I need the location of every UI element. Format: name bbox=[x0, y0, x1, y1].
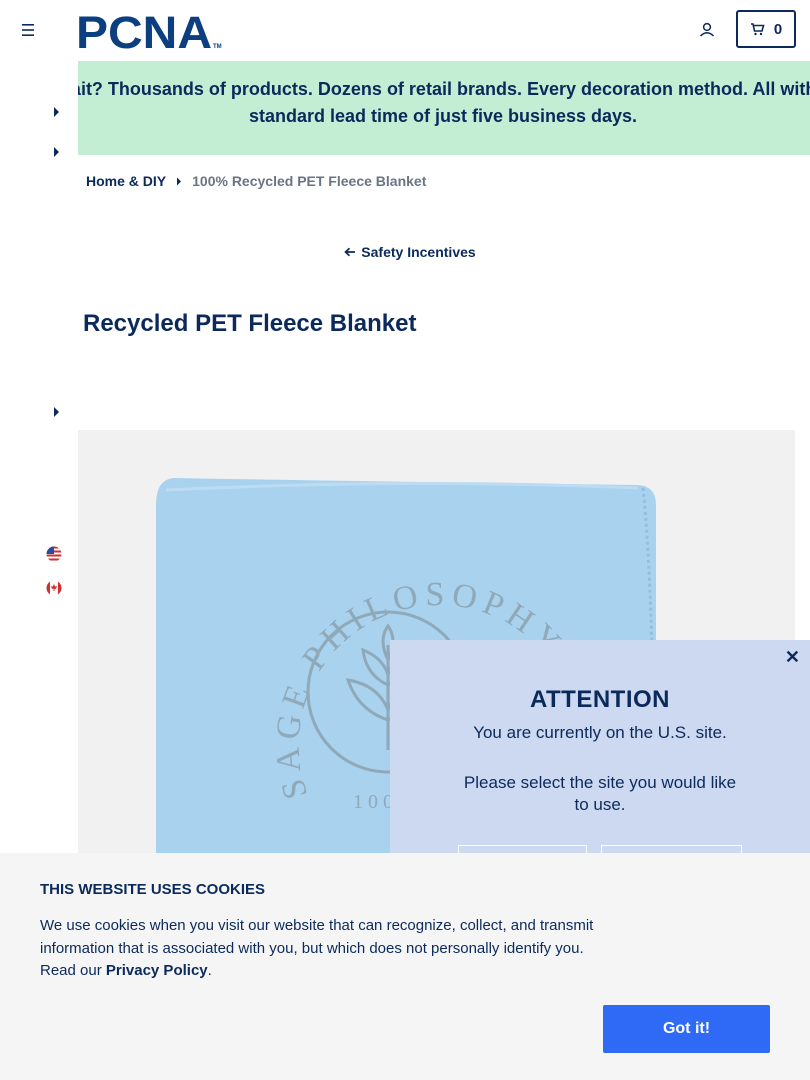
privacy-policy-link[interactable]: Privacy Policy bbox=[106, 962, 208, 979]
caret-right-icon[interactable] bbox=[53, 407, 61, 417]
breadcrumb-current: 100% Recycled PET Fleece Blanket bbox=[192, 173, 427, 189]
account-icon[interactable] bbox=[697, 20, 717, 40]
logo-trademark: TM bbox=[213, 44, 222, 50]
cart-icon bbox=[750, 23, 765, 36]
site-select-modal: ✕ ATTENTION You are currently on the U.S… bbox=[390, 640, 810, 880]
caret-right-icon[interactable] bbox=[53, 147, 61, 157]
close-icon[interactable]: ✕ bbox=[785, 648, 800, 666]
cookie-period: . bbox=[207, 962, 212, 979]
arrow-left-icon bbox=[344, 247, 356, 257]
modal-title: ATTENTION bbox=[529, 686, 671, 713]
us-flag-icon[interactable] bbox=[46, 546, 62, 562]
modal-message: You are currently on the U.S. site. bbox=[473, 723, 727, 742]
cart-count: 0 bbox=[773, 20, 783, 38]
cookie-banner: THIS WEBSITE USES COOKIES We use cookies… bbox=[0, 853, 810, 1080]
accept-cookies-button[interactable]: Got it! bbox=[603, 1005, 770, 1053]
cookie-title: THIS WEBSITE USES COOKIES bbox=[40, 881, 266, 898]
modal-prompt: Please select the site you would like to… bbox=[463, 773, 737, 814]
canada-flag-icon[interactable] bbox=[46, 580, 62, 596]
breadcrumb: Home & DIY 100% Recycled PET Fleece Blan… bbox=[86, 173, 426, 189]
cookie-body: We use cookies when you visit our websit… bbox=[40, 915, 600, 983]
promo-text: Wait? Thousands of products. Dozens of r… bbox=[78, 79, 810, 126]
back-to-category-link[interactable]: Safety Incentives bbox=[0, 244, 810, 260]
menu-icon[interactable] bbox=[19, 21, 37, 39]
site-header: PCNA TM 0 bbox=[0, 0, 810, 61]
caret-right-icon[interactable] bbox=[53, 107, 61, 117]
cart-button[interactable]: 0 bbox=[736, 10, 796, 48]
logo-text: PCNA bbox=[76, 11, 212, 51]
pcna-logo[interactable]: PCNA TM bbox=[76, 11, 224, 51]
back-link-label: Safety Incentives bbox=[361, 244, 476, 260]
breadcrumb-home-diy[interactable]: Home & DIY bbox=[86, 173, 166, 189]
promo-banner: Wait? Thousands of products. Dozens of r… bbox=[78, 61, 810, 155]
product-title: Recycled PET Fleece Blanket bbox=[83, 310, 417, 337]
caret-right-icon bbox=[177, 177, 182, 185]
